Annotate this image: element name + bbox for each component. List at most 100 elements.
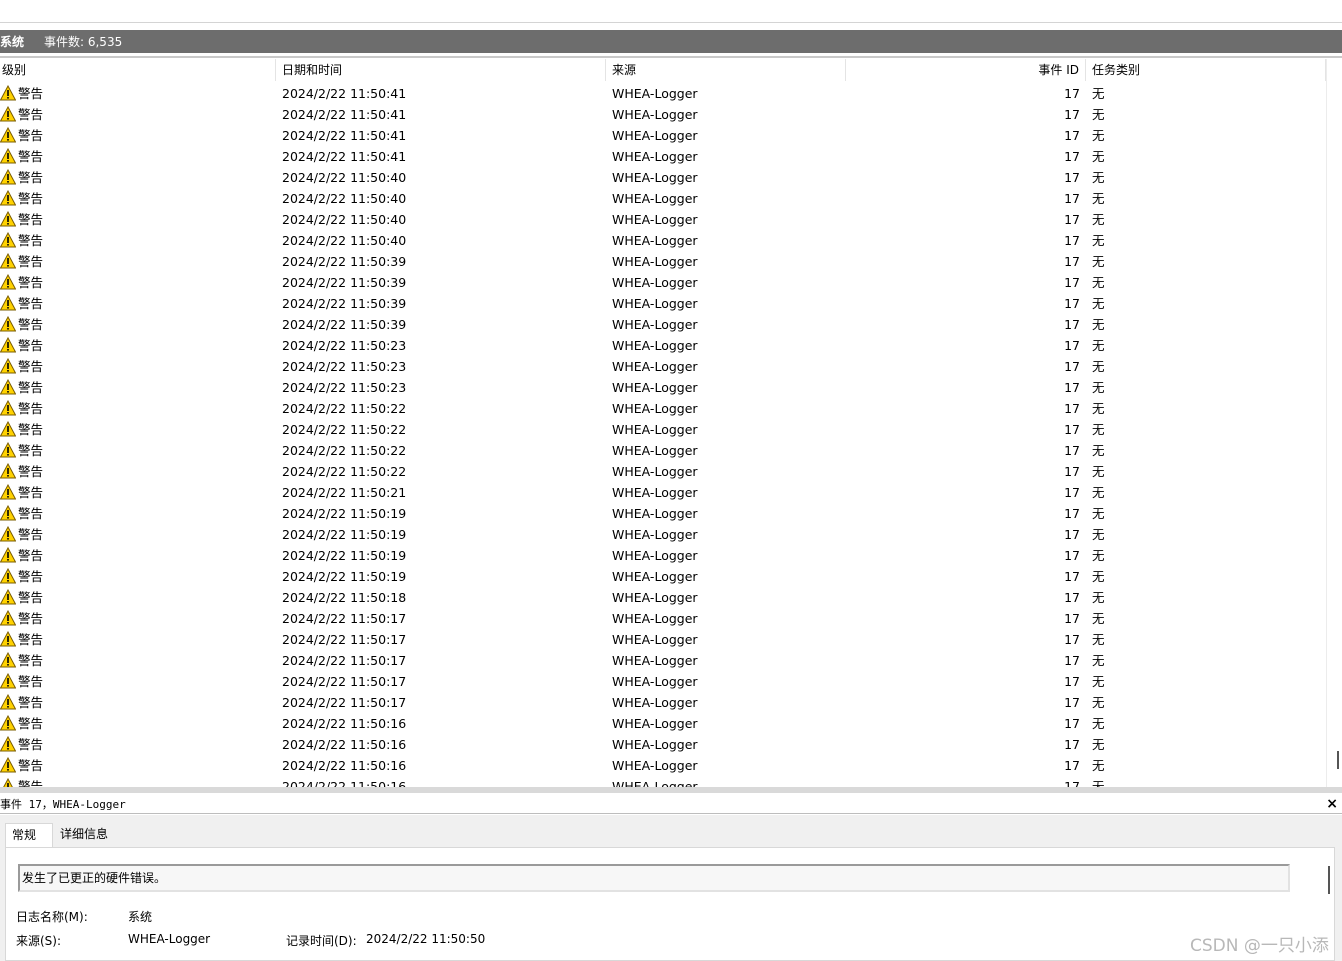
cell-datetime: 2024/2/22 11:50:22: [282, 422, 407, 437]
cell-datetime: 2024/2/22 11:50:22: [282, 464, 407, 479]
cell-level: 警告: [0, 587, 274, 608]
cell-level: 警告: [0, 125, 274, 146]
log-name-value: 系统: [128, 910, 153, 924]
cell-event-id: 17: [1064, 506, 1080, 521]
table-row[interactable]: 警告 2024/2/22 11:50:23 WHEA-Logger 17 无: [0, 377, 1326, 398]
table-row[interactable]: 警告 2024/2/22 11:50:39 WHEA-Logger 17 无: [0, 251, 1326, 272]
warning-icon: [0, 357, 17, 374]
warning-icon: [0, 609, 17, 626]
table-row[interactable]: 警告 2024/2/22 11:50:22 WHEA-Logger 17 无: [0, 419, 1326, 440]
cell-source: WHEA-Logger: [612, 233, 698, 248]
pane-splitter[interactable]: [0, 787, 1342, 793]
table-row[interactable]: 警告 2024/2/22 11:50:17 WHEA-Logger 17 无: [0, 608, 1326, 629]
cell-task-category: 无: [1092, 422, 1105, 437]
cell-datetime: 2024/2/22 11:50:22: [282, 401, 407, 416]
table-row[interactable]: 警告 2024/2/22 11:50:16 WHEA-Logger 17 无: [0, 734, 1326, 755]
warning-icon: [0, 315, 17, 332]
table-row[interactable]: 警告 2024/2/22 11:50:40 WHEA-Logger 17 无: [0, 188, 1326, 209]
cell-source: WHEA-Logger: [612, 443, 698, 458]
table-row[interactable]: 警告 2024/2/22 11:50:21 WHEA-Logger 17 无: [0, 482, 1326, 503]
cell-source: WHEA-Logger: [612, 128, 698, 143]
event-detail-header: 事件 17，WHEA-Logger ×: [0, 794, 1342, 814]
cell-task-category: 无: [1092, 86, 1105, 101]
table-row[interactable]: 警告 2024/2/22 11:50:41 WHEA-Logger 17 无: [0, 104, 1326, 125]
cell-source: WHEA-Logger: [612, 359, 698, 374]
cell-level: 警告: [0, 83, 274, 104]
cell-source: WHEA-Logger: [612, 632, 698, 647]
level-text: 警告: [18, 758, 44, 773]
table-row[interactable]: 警告 2024/2/22 11:50:39 WHEA-Logger 17 无: [0, 293, 1326, 314]
tab-details[interactable]: 详细信息: [54, 823, 116, 847]
column-header-row: 级别 日期和时间 来源 事件 ID 任务类别: [0, 59, 1326, 81]
table-row[interactable]: 警告 2024/2/22 11:50:16 WHEA-Logger 17 无: [0, 755, 1326, 776]
cell-event-id: 17: [1064, 191, 1080, 206]
table-row[interactable]: 警告 2024/2/22 11:50:40 WHEA-Logger 17 无: [0, 209, 1326, 230]
table-row[interactable]: 警告 2024/2/22 11:50:39 WHEA-Logger 17 无: [0, 314, 1326, 335]
table-row[interactable]: 警告 2024/2/22 11:50:23 WHEA-Logger 17 无: [0, 356, 1326, 377]
cell-datetime: 2024/2/22 11:50:41: [282, 107, 407, 122]
column-header-task-category[interactable]: 任务类别: [1086, 59, 1326, 81]
cell-task-category: 无: [1092, 275, 1105, 290]
table-row[interactable]: 警告 2024/2/22 11:50:22 WHEA-Logger 17 无: [0, 461, 1326, 482]
vertical-scrollbar[interactable]: [1326, 59, 1342, 787]
column-header-level[interactable]: 级别: [0, 59, 276, 81]
table-row[interactable]: 警告 2024/2/22 11:50:17 WHEA-Logger 17 无: [0, 692, 1326, 713]
cell-datetime: 2024/2/22 11:50:19: [282, 548, 407, 563]
warning-icon: [0, 735, 17, 752]
cell-source: WHEA-Logger: [612, 758, 698, 773]
cell-source: WHEA-Logger: [612, 338, 698, 353]
cell-task-category: 无: [1092, 695, 1105, 710]
cell-datetime: 2024/2/22 11:50:17: [282, 611, 407, 626]
cell-task-category: 无: [1092, 191, 1105, 206]
cell-level: 警告: [0, 335, 274, 356]
table-row[interactable]: 警告 2024/2/22 11:50:19 WHEA-Logger 17 无: [0, 524, 1326, 545]
table-row[interactable]: 警告 2024/2/22 11:50:22 WHEA-Logger 17 无: [0, 398, 1326, 419]
event-description-box[interactable]: 发生了已更正的硬件错误。: [18, 864, 1290, 892]
cell-source: WHEA-Logger: [612, 527, 698, 542]
table-row[interactable]: 警告 2024/2/22 11:50:17 WHEA-Logger 17 无: [0, 629, 1326, 650]
cell-datetime: 2024/2/22 11:50:40: [282, 170, 407, 185]
table-row[interactable]: 警告 2024/2/22 11:50:39 WHEA-Logger 17 无: [0, 272, 1326, 293]
level-text: 警告: [18, 254, 44, 269]
table-row[interactable]: 警告 2024/2/22 11:50:18 WHEA-Logger 17 无: [0, 587, 1326, 608]
table-row[interactable]: 警告 2024/2/22 11:50:41 WHEA-Logger 17 无: [0, 125, 1326, 146]
table-row[interactable]: 警告 2024/2/22 11:50:17 WHEA-Logger 17 无: [0, 671, 1326, 692]
column-header-datetime[interactable]: 日期和时间: [276, 59, 606, 81]
column-header-source[interactable]: 来源: [606, 59, 846, 81]
table-row[interactable]: 警告 2024/2/22 11:50:17 WHEA-Logger 17 无: [0, 650, 1326, 671]
table-row[interactable]: 警告 2024/2/22 11:50:16 WHEA-Logger 17 无: [0, 713, 1326, 734]
cell-task-category: 无: [1092, 611, 1105, 626]
description-scrollbar[interactable]: [1328, 866, 1330, 894]
tab-general[interactable]: 常规: [5, 823, 53, 847]
cell-event-id: 17: [1064, 758, 1080, 773]
table-row[interactable]: 警告 2024/2/22 11:50:40 WHEA-Logger 17 无: [0, 167, 1326, 188]
column-header-event-id[interactable]: 事件 ID: [846, 59, 1086, 81]
cell-event-id: 17: [1064, 128, 1080, 143]
table-row[interactable]: 警告 2024/2/22 11:50:23 WHEA-Logger 17 无: [0, 335, 1326, 356]
logged-label: 记录时间(D):: [286, 934, 357, 948]
cell-level: 警告: [0, 776, 274, 787]
level-text: 警告: [18, 527, 44, 542]
table-row[interactable]: 警告 2024/2/22 11:50:19 WHEA-Logger 17 无: [0, 545, 1326, 566]
close-icon[interactable]: ×: [1326, 794, 1338, 814]
table-row[interactable]: 警告 2024/2/22 11:50:41 WHEA-Logger 17 无: [0, 146, 1326, 167]
table-row[interactable]: 警告 2024/2/22 11:50:22 WHEA-Logger 17 无: [0, 440, 1326, 461]
cell-task-category: 无: [1092, 485, 1105, 500]
table-row[interactable]: 警告 2024/2/22 11:50:16 WHEA-Logger 17 无: [0, 776, 1326, 787]
cell-source: WHEA-Logger: [612, 590, 698, 605]
table-row[interactable]: 警告 2024/2/22 11:50:40 WHEA-Logger 17 无: [0, 230, 1326, 251]
scrollbar-thumb[interactable]: [1337, 751, 1339, 769]
level-text: 警告: [18, 149, 44, 164]
cell-level: 警告: [0, 314, 274, 335]
cell-datetime: 2024/2/22 11:50:40: [282, 233, 407, 248]
cell-level: 警告: [0, 461, 274, 482]
cell-task-category: 无: [1092, 338, 1105, 353]
warning-icon: [0, 378, 17, 395]
title-separator: [0, 56, 1342, 58]
level-text: 警告: [18, 359, 44, 374]
table-row[interactable]: 警告 2024/2/22 11:50:19 WHEA-Logger 17 无: [0, 566, 1326, 587]
warning-icon: [0, 399, 17, 416]
cell-level: 警告: [0, 482, 274, 503]
table-row[interactable]: 警告 2024/2/22 11:50:19 WHEA-Logger 17 无: [0, 503, 1326, 524]
table-row[interactable]: 警告 2024/2/22 11:50:41 WHEA-Logger 17 无: [0, 83, 1326, 104]
